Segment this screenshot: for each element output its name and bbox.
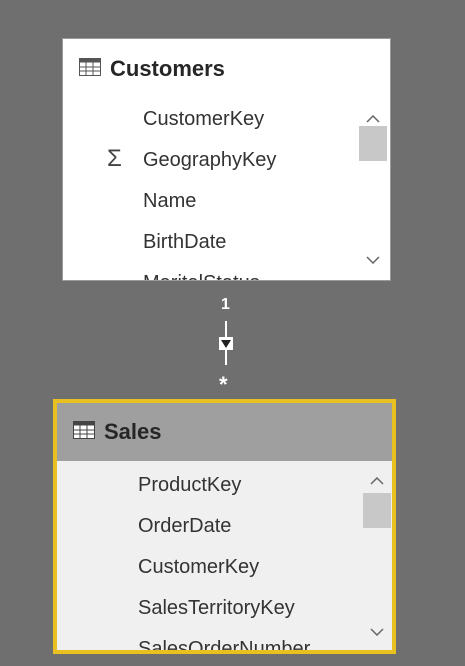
customers-table-card[interactable]: Customers CustomerKey Σ GeographyKey Nam… bbox=[62, 38, 391, 281]
field-label: Name bbox=[143, 190, 197, 212]
scroll-thumb[interactable] bbox=[363, 493, 391, 528]
field-salesordernumber[interactable]: SalesOrderNumber bbox=[57, 629, 358, 654]
field-salesterritorykey[interactable]: SalesTerritoryKey bbox=[57, 588, 358, 629]
sales-scrollbar[interactable] bbox=[362, 461, 392, 650]
field-label: GeographyKey bbox=[143, 149, 277, 171]
field-label: CustomerKey bbox=[143, 108, 265, 130]
sales-field-list: ProductKey OrderDate CustomerKey SalesTe… bbox=[57, 465, 358, 654]
customers-table-header[interactable]: Customers bbox=[63, 39, 390, 99]
field-orderdate[interactable]: OrderDate bbox=[57, 506, 358, 547]
field-label: ProductKey bbox=[138, 474, 242, 496]
field-productkey[interactable]: ProductKey bbox=[57, 465, 358, 506]
customers-table-title: Customers bbox=[110, 56, 225, 81]
field-geographykey[interactable]: Σ GeographyKey bbox=[63, 140, 356, 181]
field-maritalstatus[interactable]: MaritalStatus bbox=[63, 263, 356, 280]
sigma-icon: Σ bbox=[107, 145, 122, 172]
customers-scrollbar[interactable] bbox=[358, 99, 388, 278]
field-customerkey[interactable]: CustomerKey bbox=[57, 547, 358, 588]
field-label: BirthDate bbox=[143, 231, 227, 253]
customers-field-list: CustomerKey Σ GeographyKey Name BirthDat… bbox=[63, 99, 356, 280]
table-icon bbox=[79, 57, 101, 81]
relationship-line bbox=[225, 349, 227, 365]
relationship-connector[interactable]: 1 * bbox=[200, 290, 252, 400]
field-label: CustomerKey bbox=[138, 556, 260, 578]
scroll-thumb[interactable] bbox=[359, 126, 387, 161]
field-customerkey[interactable]: CustomerKey bbox=[63, 99, 356, 140]
field-label: OrderDate bbox=[138, 515, 232, 537]
chevron-down-icon[interactable] bbox=[362, 620, 392, 644]
cardinality-one-label: 1 bbox=[221, 296, 230, 313]
chevron-down-icon[interactable] bbox=[358, 248, 388, 272]
field-label: MaritalStatus bbox=[143, 272, 260, 280]
cardinality-many-label: * bbox=[219, 372, 228, 397]
chevron-up-icon[interactable] bbox=[362, 469, 392, 493]
field-label: SalesOrderNumber bbox=[138, 638, 311, 654]
field-name[interactable]: Name bbox=[63, 181, 356, 222]
field-label: SalesTerritoryKey bbox=[138, 597, 295, 619]
sales-table-card[interactable]: Sales ProductKey OrderDate CustomerKey S… bbox=[53, 399, 396, 654]
table-icon bbox=[73, 420, 95, 444]
field-birthdate[interactable]: BirthDate bbox=[63, 222, 356, 263]
sales-table-header[interactable]: Sales bbox=[57, 403, 392, 461]
sales-table-title: Sales bbox=[104, 419, 162, 444]
